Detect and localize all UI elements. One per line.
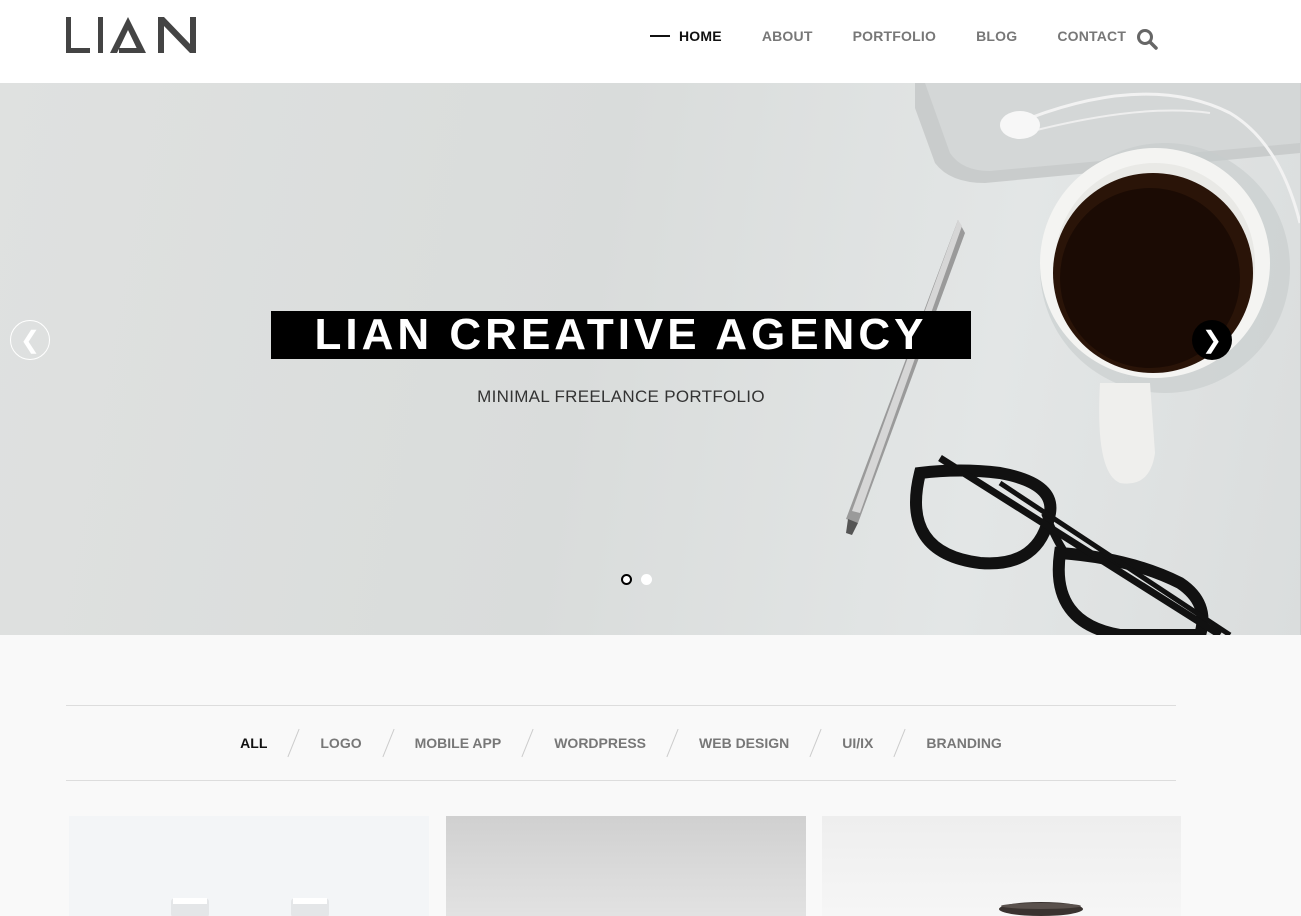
chevron-right-icon: ❯	[1201, 326, 1223, 354]
filter-divider-bottom	[66, 780, 1176, 781]
portfolio-item[interactable]	[69, 816, 429, 916]
nav-portfolio[interactable]: PORTFOLIO	[853, 28, 936, 44]
filter-web-design[interactable]: WEB DESIGN	[699, 735, 789, 751]
portfolio-item[interactable]	[446, 816, 806, 916]
nav-blog-label: BLOG	[976, 28, 1018, 44]
filter-separator	[809, 728, 822, 758]
nav-about-label: ABOUT	[761, 28, 813, 44]
site-logo[interactable]	[66, 14, 198, 56]
chevron-left-icon: ❮	[19, 326, 41, 354]
filter-separator	[382, 728, 395, 758]
hero-subtitle: MINIMAL FREELANCE PORTFOLIO	[477, 387, 765, 406]
hero-title-box: LIAN CREATIVE AGENCY	[271, 310, 971, 359]
portfolio-thumbnail	[171, 898, 329, 916]
site-header: HOME ABOUT PORTFOLIO BLOG CONTACT	[0, 0, 1301, 83]
portfolio-thumbnail	[999, 902, 1083, 916]
nav-about[interactable]: ABOUT	[762, 28, 813, 44]
slider-dot-1[interactable]	[621, 574, 632, 585]
filter-mobile-app[interactable]: MOBILE APP	[415, 735, 502, 751]
slider-next-button[interactable]: ❯	[1192, 320, 1232, 360]
nav-blog[interactable]: BLOG	[976, 28, 1017, 44]
nav-contact-label: CONTACT	[1057, 28, 1127, 44]
main-nav: HOME ABOUT PORTFOLIO BLOG CONTACT	[650, 28, 1126, 44]
nav-home[interactable]: HOME	[650, 28, 722, 44]
slider-prev-button[interactable]: ❮	[10, 320, 50, 360]
filter-all[interactable]: ALL	[240, 735, 267, 751]
nav-portfolio-label: PORTFOLIO	[852, 28, 937, 44]
slider-dot-2[interactable]	[641, 574, 652, 585]
filter-separator	[893, 728, 906, 758]
filter-separator	[521, 728, 534, 758]
active-indicator	[650, 35, 670, 37]
nav-contact[interactable]: CONTACT	[1057, 28, 1126, 44]
portfolio-filter: ALL LOGO MOBILE APP WORDPRESS WEB DESIGN…	[66, 706, 1176, 780]
filter-wordpress[interactable]: WORDPRESS	[554, 735, 646, 751]
filter-separator	[287, 728, 300, 758]
nav-home-label: HOME	[679, 28, 722, 44]
filter-branding[interactable]: BRANDING	[926, 735, 1001, 751]
filter-logo[interactable]: LOGO	[320, 735, 361, 751]
filter-ui-ix[interactable]: UI/IX	[842, 735, 873, 751]
filter-separator	[666, 728, 679, 758]
hero-slider: LIAN CREATIVE AGENCY MINIMAL FREELANCE P…	[0, 83, 1300, 635]
hero-title: LIAN CREATIVE AGENCY	[314, 310, 928, 359]
portfolio-item[interactable]	[822, 816, 1181, 916]
search-icon[interactable]	[1136, 28, 1158, 50]
